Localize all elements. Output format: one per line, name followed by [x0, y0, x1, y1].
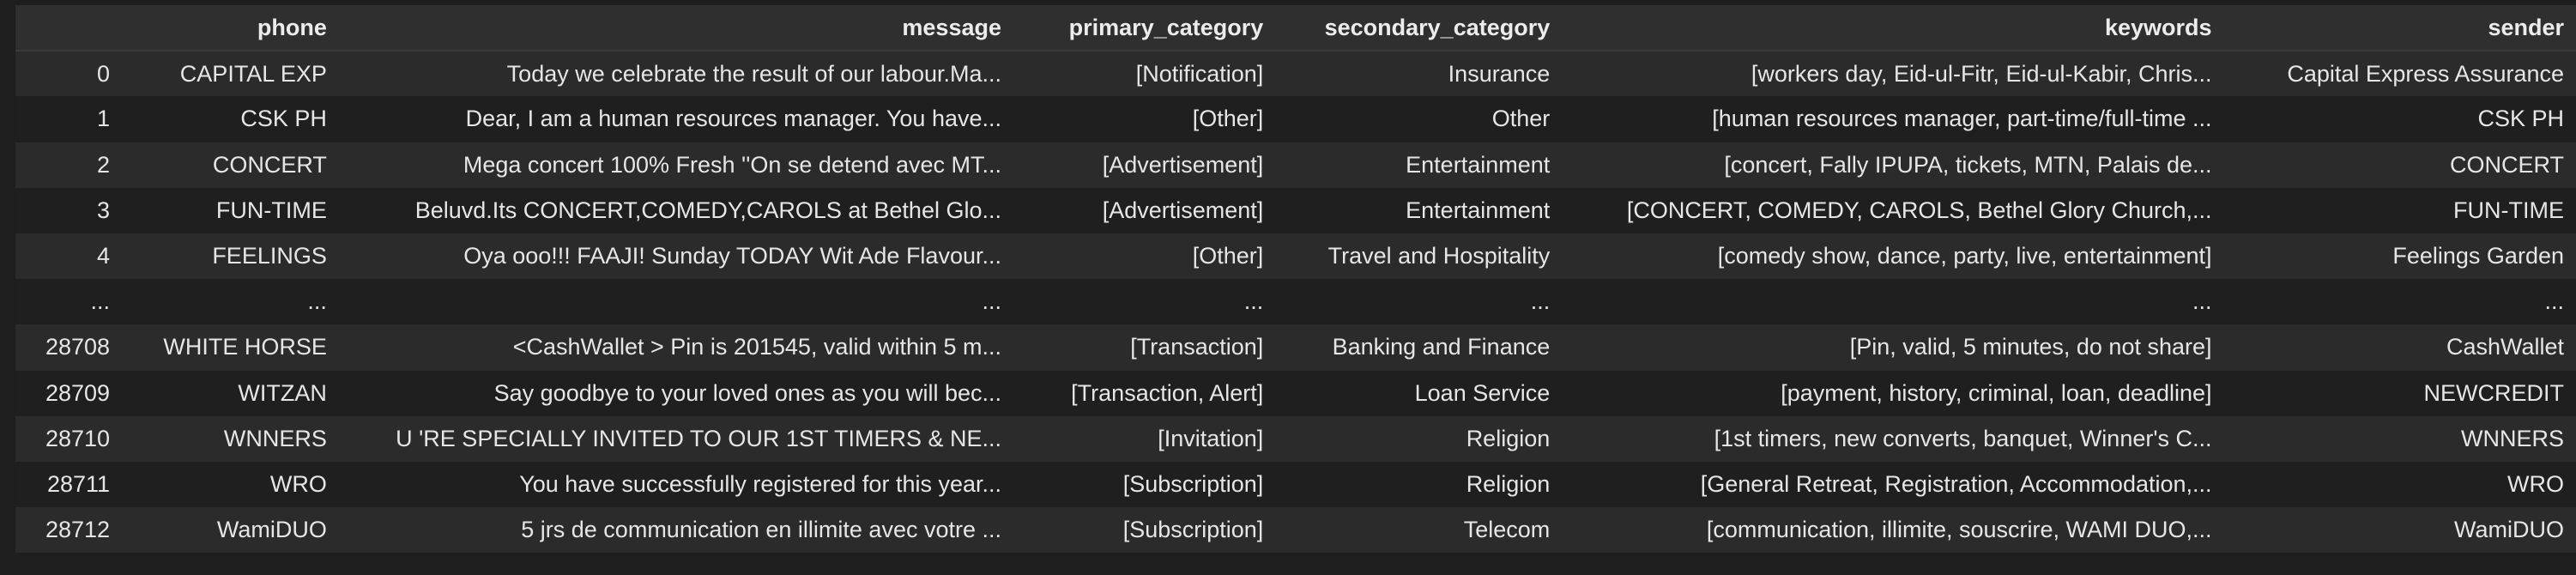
cell-message: Say goodbye to your loved ones as you wi… [338, 370, 1013, 416]
cell-keywords: [communication, illimite, souscrire, WAM… [1562, 507, 2224, 554]
table-row: 28712 WamiDUO 5 jrs de communication en il… [15, 507, 2576, 554]
cell-phone: FUN-TIME [122, 187, 339, 233]
row-index: 28710 [15, 415, 123, 462]
cell-message: Today we celebrate the result of our lab… [338, 51, 1013, 97]
cell-keywords: [workers day, Eid-ul-Fitr, Eid-ul-Kabir,… [1562, 51, 2224, 97]
cell-secondary-category: Insurance [1275, 51, 1563, 97]
table-row: 28710 WNNERS U 'RE SPECIALLY INVITED TO OU… [15, 415, 2576, 462]
cell-message: <CashWallet > Pin is 201545, valid withi… [338, 324, 1013, 371]
cell-keywords: [human resources manager, part-time/full… [1562, 96, 2224, 142]
table-row: 3 FUN-TIME Beluvd.Its CONCERT,COMEDY,CAROL… [15, 187, 2576, 233]
table-body: 0 CAPITAL EXP Today we celebrate the resul… [15, 51, 2576, 554]
row-index: 28711 [15, 461, 123, 508]
table-row: 28711 WRO You have successfully registered… [15, 461, 2576, 508]
row-index: ... [15, 279, 123, 325]
cell-sender: NEWCREDIT [2223, 370, 2576, 416]
cell-message: Dear, I am a human resources manager. Yo… [338, 96, 1013, 142]
cell-primary-category: [Other] [1013, 96, 1276, 142]
cell-sender: CashWallet [2223, 324, 2576, 371]
cell-sender: Feelings Garden [2223, 233, 2576, 280]
row-index: 2 [15, 142, 123, 188]
cell-message: Mega concert 100% Fresh ''On se detend a… [338, 142, 1013, 188]
cell-sender: ... [2223, 279, 2576, 325]
cell-phone: WRO [122, 461, 339, 508]
cell-phone: WHITE HORSE [122, 324, 339, 371]
cell-keywords: [1st timers, new converts, banquet, Winn… [1562, 415, 2224, 462]
cell-keywords: [CONCERT, COMEDY, CAROLS, Bethel Glory C… [1562, 187, 2224, 233]
cell-sender: WNNERS [2223, 415, 2576, 462]
cell-keywords: ... [1562, 279, 2224, 325]
column-header-phone: phone [122, 5, 339, 52]
column-header-secondary-category: secondary_category [1275, 5, 1563, 52]
index-header [15, 5, 123, 52]
cell-message: U 'RE SPECIALLY INVITED TO OUR 1ST TIMER… [338, 415, 1013, 462]
cell-secondary-category: ... [1275, 279, 1563, 325]
cell-message: 5 jrs de communication en illimite avec … [338, 507, 1013, 554]
cell-secondary-category: Banking and Finance [1275, 324, 1563, 371]
cell-keywords: [concert, Fally IPUPA, tickets, MTN, Pal… [1562, 142, 2224, 188]
cell-phone: WITZAN [122, 370, 339, 416]
table-row: 28708 WHITE HORSE <CashWallet > Pin is 201… [15, 324, 2576, 371]
cell-phone: WNNERS [122, 415, 339, 462]
column-header-message: message [338, 5, 1013, 52]
cell-keywords: [payment, history, criminal, loan, deadl… [1562, 370, 2224, 416]
cell-secondary-category: Religion [1275, 461, 1563, 508]
cell-sender: WamiDUO [2223, 507, 2576, 554]
row-index: 3 [15, 187, 123, 233]
cell-secondary-category: Telecom [1275, 507, 1563, 554]
cell-secondary-category: Other [1275, 96, 1563, 142]
cell-secondary-category: Religion [1275, 415, 1563, 462]
table-row: 2 CONCERT Mega concert 100% Fresh ''On se … [15, 142, 2576, 188]
header-row: phone message primary_category secondary… [15, 5, 2576, 52]
row-index: 0 [15, 51, 123, 97]
table-row: 4 FEELINGS Oya ooo!!! FAAJI! Sunday TODAY … [15, 233, 2576, 280]
cell-message: ... [338, 279, 1013, 325]
cell-message: Oya ooo!!! FAAJI! Sunday TODAY Wit Ade F… [338, 233, 1013, 280]
cell-phone: CAPITAL EXP [122, 51, 339, 97]
cell-phone: WamiDUO [122, 507, 339, 554]
dataframe-output: phone message primary_category secondary… [15, 5, 2576, 554]
cell-sender: CONCERT [2223, 142, 2576, 188]
cell-primary-category: [Notification] [1013, 51, 1276, 97]
cell-sender: WRO [2223, 461, 2576, 508]
cell-message: Beluvd.Its CONCERT,COMEDY,CAROLS at Beth… [338, 187, 1013, 233]
row-index: 28709 [15, 370, 123, 416]
cell-primary-category: [Advertisement] [1013, 142, 1276, 188]
dataframe-table: phone message primary_category secondary… [15, 5, 2576, 554]
table-row: 1 CSK PH Dear, I am a human resources mana… [15, 96, 2576, 142]
cell-sender: Capital Express Assurance [2223, 51, 2576, 97]
cell-primary-category: [Transaction, Alert] [1013, 370, 1276, 416]
cell-secondary-category: Entertainment [1275, 142, 1563, 188]
table-row: 0 CAPITAL EXP Today we celebrate the resul… [15, 51, 2576, 97]
row-index: 28712 [15, 507, 123, 554]
cell-primary-category: [Transaction] [1013, 324, 1276, 371]
cell-primary-category: [Subscription] [1013, 507, 1276, 554]
cell-sender: CSK PH [2223, 96, 2576, 142]
row-index: 28708 [15, 324, 123, 371]
row-index: 4 [15, 233, 123, 280]
column-header-keywords: keywords [1562, 5, 2224, 52]
cell-message: You have successfully registered for thi… [338, 461, 1013, 508]
cell-phone: FEELINGS [122, 233, 339, 280]
cell-keywords: [Pin, valid, 5 minutes, do not share] [1562, 324, 2224, 371]
cell-phone: ... [122, 279, 339, 325]
cell-keywords: [comedy show, dance, party, live, entert… [1562, 233, 2224, 280]
cell-primary-category: [Other] [1013, 233, 1276, 280]
row-index: 1 [15, 96, 123, 142]
cell-primary-category: [Advertisement] [1013, 187, 1276, 233]
cell-phone: CSK PH [122, 96, 339, 142]
cell-keywords: [General Retreat, Registration, Accommod… [1562, 461, 2224, 508]
column-header-sender: sender [2223, 5, 2576, 52]
cell-secondary-category: Loan Service [1275, 370, 1563, 416]
ellipsis-row: ..................... [15, 279, 2576, 325]
cell-primary-category: [Invitation] [1013, 415, 1276, 462]
cell-phone: CONCERT [122, 142, 339, 188]
cell-primary-category: [Subscription] [1013, 461, 1276, 508]
cell-primary-category: ... [1013, 279, 1276, 325]
cell-sender: FUN-TIME [2223, 187, 2576, 233]
cell-secondary-category: Travel and Hospitality [1275, 233, 1563, 280]
column-header-primary-category: primary_category [1013, 5, 1276, 52]
table-row: 28709 WITZAN Say goodbye to your loved one… [15, 370, 2576, 416]
cell-secondary-category: Entertainment [1275, 187, 1563, 233]
